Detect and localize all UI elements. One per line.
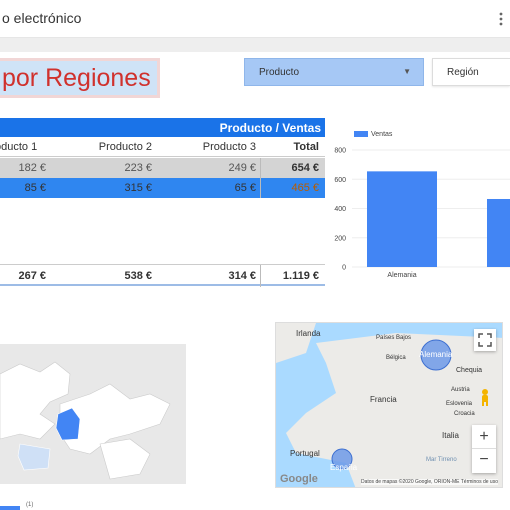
map-attribution[interactable]: Datos de mapas ©2020 Google, ORION-ME Té… [361, 479, 498, 485]
zoom-in-button[interactable]: + [472, 425, 496, 449]
y-tick-label: 200 [334, 235, 346, 242]
table-cell: 65 € [234, 182, 256, 194]
chevron-down-icon: ▼ [403, 67, 411, 76]
map-label-croacia: Croacia [454, 411, 475, 417]
headline-box: por Regiones [0, 58, 160, 98]
spain-region[interactable] [17, 443, 51, 471]
toolbar-strip [0, 38, 510, 52]
bar[interactable] [367, 171, 437, 267]
table-cell: 654 € [260, 158, 323, 178]
legend-swatch [354, 131, 368, 138]
y-tick-label: 600 [334, 177, 346, 184]
bottom-legend-label: (1) [26, 502, 34, 508]
column-header[interactable]: Producto 3 [156, 137, 260, 157]
map-label-eslovenia: Eslovenia [446, 401, 473, 407]
map-label-espana: España [330, 463, 358, 472]
legend-label: Ventas [371, 131, 393, 138]
zoom-controls: + − [472, 425, 496, 473]
region-map-left[interactable] [0, 344, 186, 484]
table-cell: 1.119 € [260, 265, 323, 287]
column-header[interactable]: Producto 2 [50, 137, 156, 157]
map-label-portugal: Portugal [290, 449, 320, 458]
bar-chart-plot: 0 200 400 600 800 Alemania [334, 148, 510, 279]
europe-map-shape [0, 361, 171, 480]
map-label-chequia: Chequia [456, 367, 483, 374]
report-title: o electrónico [2, 10, 82, 26]
y-tick-label: 800 [334, 148, 346, 155]
column-header[interactable]: Total [260, 137, 323, 157]
zoom-out-button[interactable]: − [472, 449, 496, 473]
table-group-header: Producto / Ventas [0, 118, 325, 137]
y-tick-label: 0 [342, 265, 346, 272]
map-label-francia: Francia [370, 395, 397, 404]
chart-legend: Ventas [354, 131, 392, 138]
table-cell: 249 € [228, 162, 256, 174]
table-cell: 465 € [260, 178, 323, 198]
map-label-austria: Austria [451, 387, 470, 393]
google-logo: Google [280, 473, 318, 485]
table-cell: 267 € [18, 270, 46, 282]
map-label-mar-tirreno: Mar Tirreno [426, 457, 457, 463]
fullscreen-button[interactable] [474, 329, 496, 351]
table-row: 85 € 315 € 65 € 465 € [0, 178, 325, 198]
bottom-legend-swatch [0, 506, 20, 510]
table-cell: 314 € [228, 270, 256, 282]
table-cell: 538 € [124, 270, 152, 282]
group-header-label: Producto / Ventas [219, 121, 321, 135]
google-map[interactable]: Irlanda Países Bajos Alemania Bélgica Ch… [275, 322, 503, 488]
table-cell: 315 € [124, 182, 152, 194]
table-cell: 182 € [18, 162, 46, 174]
map-label-paises-bajos: Países Bajos [376, 335, 412, 341]
map-label-belgica: Bélgica [386, 355, 406, 361]
x-tick-label: Alemania [387, 272, 416, 279]
y-tick-label: 400 [334, 206, 346, 213]
table-cell: 85 € [24, 182, 46, 194]
fullscreen-icon [478, 333, 492, 347]
map-label-alemania: Alemania [419, 350, 453, 359]
map-label-italia: Italia [442, 431, 459, 440]
table-cell: 223 € [124, 162, 152, 174]
producto-filter-label: Producto [259, 67, 300, 78]
top-bar: o electrónico [0, 0, 510, 38]
sales-bar-chart: Ventas 0 200 400 600 800 Alemania [330, 125, 510, 290]
bar[interactable] [487, 198, 510, 267]
table-row: 182 € 223 € 249 € 654 € [0, 158, 325, 178]
pegman-icon[interactable] [478, 388, 492, 406]
sales-table: Producto / Ventas Producto 1 Producto 2 … [0, 118, 325, 287]
producto-filter[interactable]: Producto ▼ [244, 58, 424, 86]
table-totals-row: 267 € 538 € 314 € 1.119 € [0, 264, 325, 287]
column-header[interactable]: Producto 1 [0, 137, 50, 157]
map-label-irlanda: Irlanda [296, 329, 321, 338]
headline-text: por Regiones [2, 64, 151, 92]
more-icon[interactable] [496, 12, 506, 26]
table-column-headers: Producto 1 Producto 2 Producto 3 Total [0, 137, 325, 157]
region-filter-label: Región [447, 67, 479, 78]
region-filter[interactable]: Región [432, 58, 510, 86]
